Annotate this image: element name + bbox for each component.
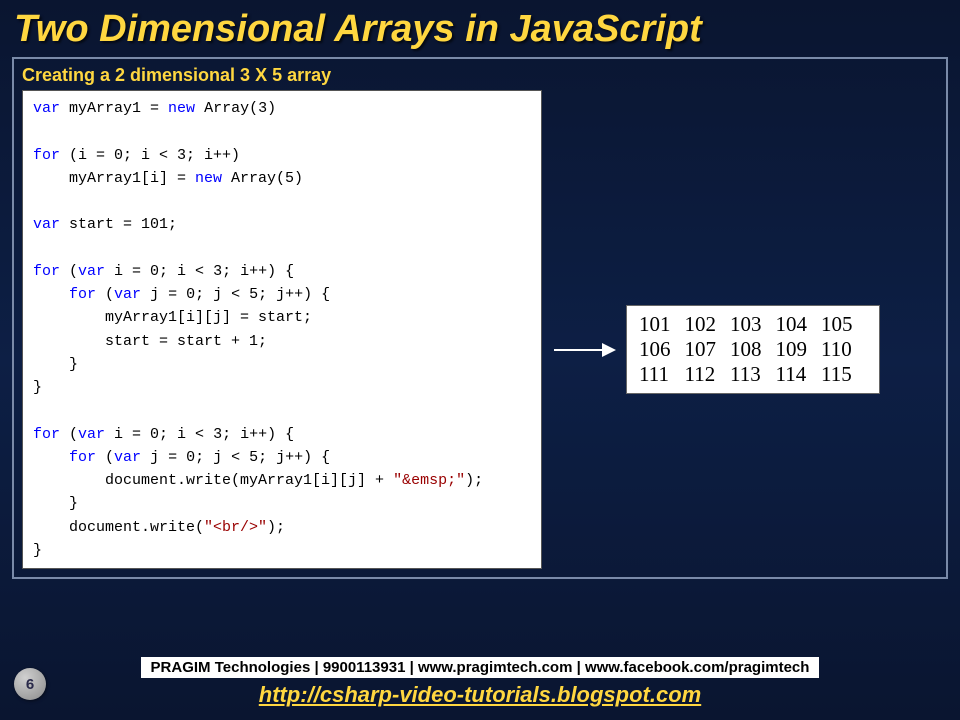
code-line <box>33 399 533 422</box>
code-line: for (var j = 0; j < 5; j++) { <box>33 283 533 306</box>
code-line: } <box>33 492 533 515</box>
table-cell: 111 <box>639 362 685 387</box>
code-box: var myArray1 = new Array(3) for (i = 0; … <box>22 90 542 569</box>
table-cell: 107 <box>685 337 731 362</box>
code-line: start = start + 1; <box>33 330 533 353</box>
code-line: for (var j = 0; j < 5; j++) { <box>33 446 533 469</box>
footer: PRAGIM Technologies | 9900113931 | www.p… <box>0 657 960 708</box>
table-cell: 104 <box>776 312 822 337</box>
table-cell: 105 <box>821 312 867 337</box>
content-frame: Creating a 2 dimensional 3 X 5 array var… <box>12 57 948 579</box>
footer-link[interactable]: http://csharp-video-tutorials.blogspot.c… <box>259 682 701 708</box>
code-line <box>33 237 533 260</box>
table-cell: 115 <box>821 362 867 387</box>
table-cell: 112 <box>685 362 731 387</box>
table-cell: 106 <box>639 337 685 362</box>
body-row: var myArray1 = new Array(3) for (i = 0; … <box>22 90 938 569</box>
table-row: 101102103104105 <box>639 312 867 337</box>
slide-title: Two Dimensional Arrays in JavaScript <box>0 0 960 57</box>
code-line: } <box>33 539 533 562</box>
code-line: } <box>33 376 533 399</box>
table-cell: 101 <box>639 312 685 337</box>
table-row: 106107108109110 <box>639 337 867 362</box>
code-line: var myArray1 = new Array(3) <box>33 97 533 120</box>
arrow-column <box>554 130 614 569</box>
code-line: } <box>33 353 533 376</box>
section-caption: Creating a 2 dimensional 3 X 5 array <box>22 65 938 86</box>
footer-credits: PRAGIM Technologies | 9900113931 | www.p… <box>141 657 820 678</box>
output-box: 1011021031041051061071081091101111121131… <box>626 305 880 394</box>
code-line: document.write("<br/>"); <box>33 516 533 539</box>
code-line <box>33 120 533 143</box>
code-line: for (i = 0; i < 3; i++) <box>33 144 533 167</box>
arrow-icon <box>554 349 614 351</box>
table-cell: 109 <box>776 337 822 362</box>
output-table: 1011021031041051061071081091101111121131… <box>639 312 867 387</box>
table-cell: 113 <box>730 362 776 387</box>
output-column: 1011021031041051061071081091101111121131… <box>626 130 880 569</box>
code-line <box>33 190 533 213</box>
table-cell: 108 <box>730 337 776 362</box>
table-cell: 110 <box>821 337 867 362</box>
code-line: document.write(myArray1[i][j] + "&emsp;"… <box>33 469 533 492</box>
code-line: var start = 101; <box>33 213 533 236</box>
code-line: myArray1[i] = new Array(5) <box>33 167 533 190</box>
table-cell: 114 <box>776 362 822 387</box>
code-line: myArray1[i][j] = start; <box>33 306 533 329</box>
code-line: for (var i = 0; i < 3; i++) { <box>33 260 533 283</box>
table-cell: 102 <box>685 312 731 337</box>
code-line: for (var i = 0; i < 3; i++) { <box>33 423 533 446</box>
table-row: 111112113114115 <box>639 362 867 387</box>
table-cell: 103 <box>730 312 776 337</box>
